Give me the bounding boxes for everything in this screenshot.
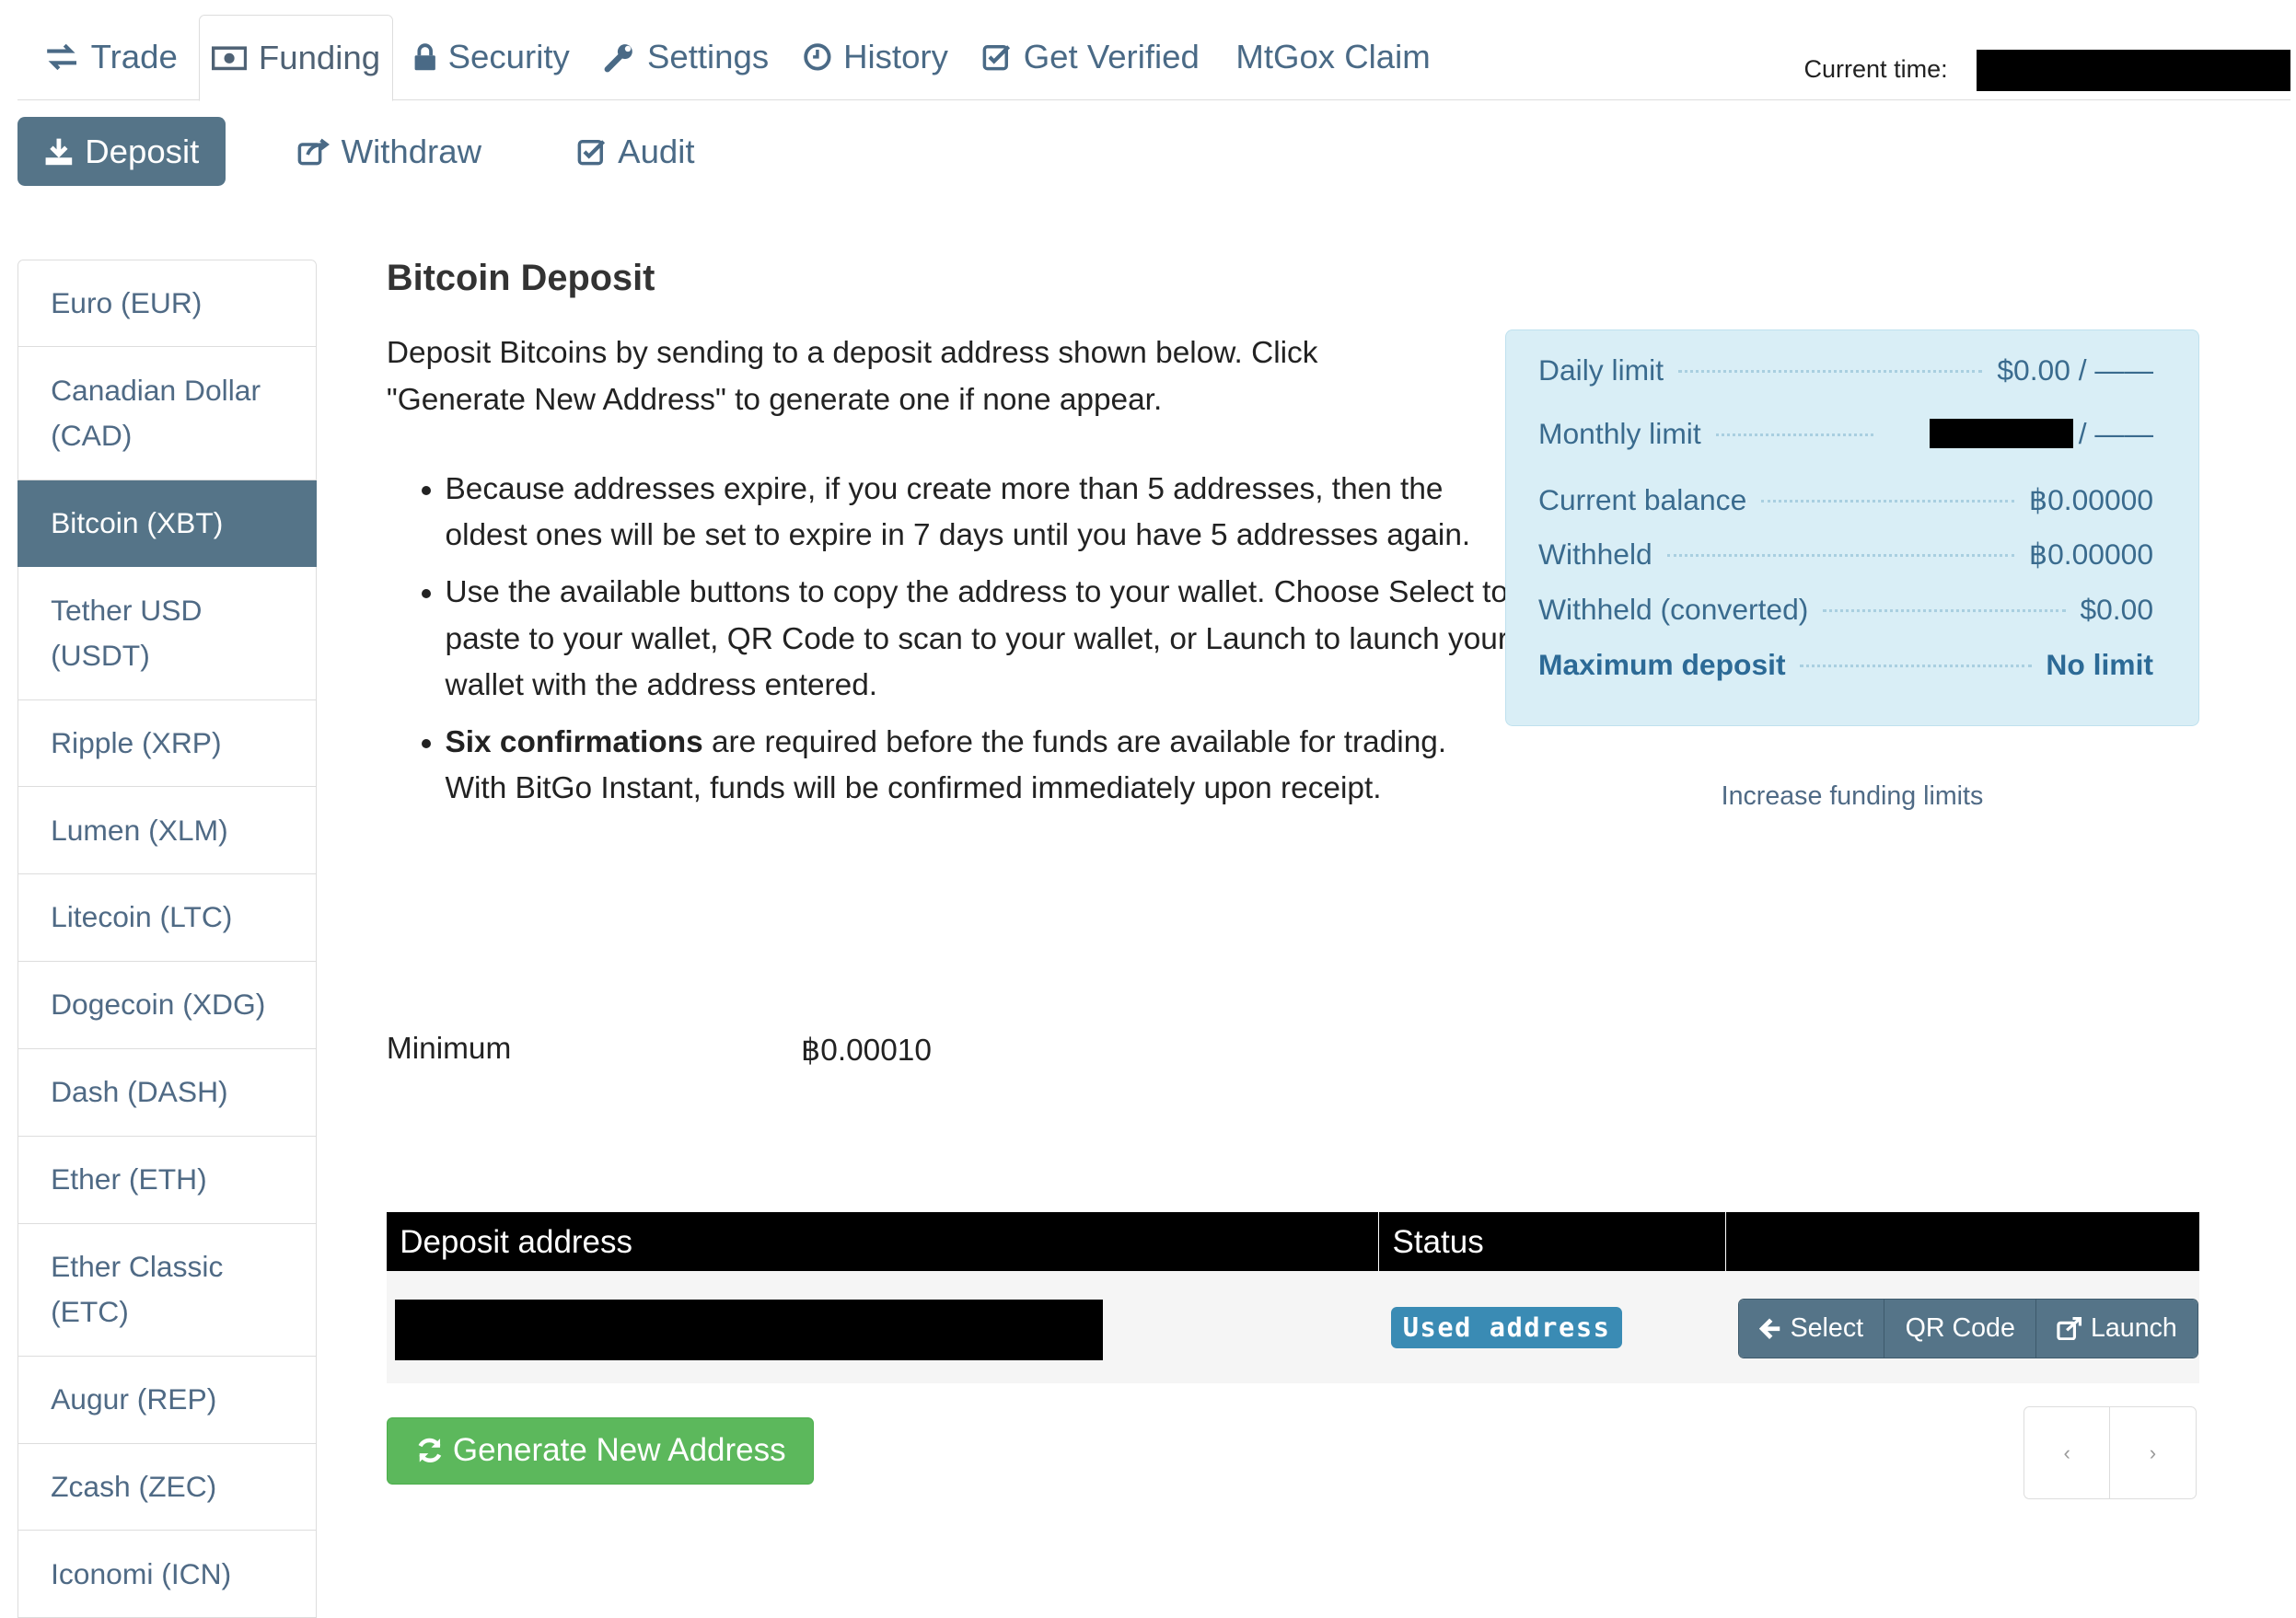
tab-trade[interactable]: Trade <box>44 15 178 99</box>
column-header-status: Status <box>1379 1211 1727 1271</box>
withheld-converted-row: Withheld (converted) $0.00 <box>1538 593 2153 627</box>
info-list: Because addresses expire, if you create … <box>387 467 1514 822</box>
tab-get-verified[interactable]: Get Verified <box>982 15 1200 99</box>
wrench-icon <box>604 43 633 72</box>
tab-settings[interactable]: Settings <box>603 15 769 99</box>
increase-funding-limits-link[interactable]: Increase funding limits <box>1505 781 2199 812</box>
pager-prev-button[interactable]: ‹ <box>2024 1407 2111 1499</box>
deposit-address-redacted[interactable] <box>395 1300 1103 1360</box>
clock-icon <box>803 43 831 71</box>
top-tab-bar: Trade Funding Security Settings History … <box>17 14 2290 102</box>
daily-limit-label: Daily limit <box>1538 353 1664 387</box>
pager-next-button[interactable]: › <box>2110 1407 2195 1498</box>
refresh-icon <box>418 1439 441 1463</box>
withheld-converted-value: $0.00 <box>2080 592 2154 626</box>
sidebar-item-icn[interactable]: Iconomi (ICN) <box>17 1531 317 1618</box>
daily-limit-value: $0.00 / —— <box>1997 353 2154 387</box>
monthly-limit-label: Monthly limit <box>1538 416 1701 450</box>
tab-label: Funding <box>258 39 381 76</box>
download-icon <box>45 138 72 165</box>
maximum-deposit-label: Maximum deposit <box>1538 647 1786 681</box>
deposit-button[interactable]: Deposit <box>17 117 226 186</box>
generate-new-address-button[interactable]: Generate New Address <box>386 1416 815 1485</box>
select-label: Select <box>1790 1313 1864 1344</box>
current-time-label: Current time: <box>1803 55 1948 84</box>
list-item: Use the available buttons to copy the ad… <box>446 570 1514 708</box>
funding-limits-panel: Daily limit $0.00 / —— Monthly limit / —— … <box>1505 329 2199 726</box>
exchange-icon <box>46 43 76 71</box>
balance-label: Current balance <box>1538 483 1747 517</box>
maximum-deposit-value: No limit <box>2046 647 2154 681</box>
sidebar-item-xbt[interactable]: Bitcoin (XBT) <box>17 480 317 568</box>
select-button[interactable]: Select <box>1738 1299 1885 1358</box>
withheld-converted-label: Withheld (converted) <box>1538 592 1809 626</box>
withheld-label: Withheld <box>1538 537 1652 572</box>
check-square-icon <box>982 45 1011 71</box>
sidebar-item-xrp[interactable]: Ripple (XRP) <box>17 699 317 788</box>
withheld-row: Withheld ฿0.00000 <box>1538 537 2153 572</box>
tab-label: Trade <box>90 38 178 75</box>
tab-label: History <box>843 38 948 75</box>
intro-text: Deposit Bitcoins by sending to a deposit… <box>386 336 1318 417</box>
list-item: Six confirmations are required before th… <box>446 720 1514 812</box>
generate-label: Generate New Address <box>452 1432 786 1469</box>
maximum-deposit-row: Maximum deposit No limit <box>1538 648 2153 682</box>
sidebar-item-eth[interactable]: Ether (ETH) <box>17 1136 317 1224</box>
currency-sidebar: Euro (EUR) Canadian Dollar (CAD) Bitcoin… <box>17 259 317 1618</box>
qr-code-label: QR Code <box>1905 1313 2015 1344</box>
withdraw-button[interactable]: Withdraw <box>297 117 481 186</box>
launch-label: Launch <box>2090 1313 2177 1344</box>
balance-value: ฿0.00000 <box>2028 483 2154 517</box>
arrow-left-icon <box>1759 1318 1780 1339</box>
lock-icon <box>414 43 435 71</box>
sidebar-item-cad[interactable]: Canadian Dollar (CAD) <box>17 347 317 480</box>
tab-label: Security <box>447 38 570 75</box>
page-title: Bitcoin Deposit <box>386 257 655 298</box>
external-link-icon <box>2057 1316 2082 1341</box>
address-actions-group: Select QR Code Launch <box>1737 1298 2199 1359</box>
minimum-value: ฿0.00010 <box>801 1034 932 1069</box>
column-header-deposit-address: Deposit address <box>387 1211 1380 1271</box>
confirmations-strong: Six confirmations <box>445 724 703 759</box>
sidebar-item-ltc[interactable]: Litecoin (LTC) <box>17 874 317 963</box>
share-icon <box>297 138 330 166</box>
monthly-limit-value: / —— <box>2078 416 2154 450</box>
sidebar-item-xdg[interactable]: Dogecoin (XDG) <box>17 962 317 1049</box>
deposit-label: Deposit <box>85 132 200 170</box>
launch-button[interactable]: Launch <box>2036 1299 2198 1358</box>
daily-limit-row: Daily limit $0.00 / —— <box>1538 353 2153 387</box>
sidebar-item-eur[interactable]: Euro (EUR) <box>17 259 317 348</box>
tab-security[interactable]: Security <box>413 15 570 99</box>
minimum-label: Minimum <box>386 1032 512 1067</box>
current-balance-row: Current balance ฿0.00000 <box>1538 482 2153 517</box>
audit-button[interactable]: Audit <box>577 117 695 186</box>
pagination: ‹ › <box>2023 1406 2197 1500</box>
monthly-limit-redacted <box>1930 418 2074 448</box>
status-badge: Used address <box>1390 1307 1623 1348</box>
sidebar-item-usdt[interactable]: Tether USD (USDT) <box>17 567 317 700</box>
sidebar-item-xlm[interactable]: Lumen (XLM) <box>17 787 317 875</box>
tab-history[interactable]: History <box>803 15 948 99</box>
address-table-header: Deposit address Status <box>386 1211 2199 1271</box>
list-item: Because addresses expire, if you create … <box>446 467 1514 559</box>
tab-label: Get Verified <box>1023 38 1200 75</box>
check-square-icon <box>577 139 605 166</box>
tab-label: Settings <box>646 38 770 75</box>
qr-code-button[interactable]: QR Code <box>1884 1299 2037 1358</box>
tab-label: MtGox Claim <box>1235 38 1431 75</box>
sidebar-item-dash[interactable]: Dash (DASH) <box>17 1048 317 1137</box>
withheld-value: ฿0.00000 <box>2028 537 2154 572</box>
sidebar-item-rep[interactable]: Augur (REP) <box>17 1356 317 1444</box>
tab-mtgox-claim[interactable]: MtGox Claim <box>1235 15 1430 99</box>
sidebar-item-etc[interactable]: Ether Classic (ETC) <box>17 1223 317 1357</box>
audit-label: Audit <box>618 132 695 170</box>
money-icon <box>212 46 248 70</box>
tab-funding[interactable]: Funding <box>199 14 393 102</box>
current-time-redacted <box>1977 50 2290 91</box>
sidebar-item-zec[interactable]: Zcash (ZEC) <box>17 1443 317 1531</box>
withdraw-label: Withdraw <box>341 132 482 170</box>
